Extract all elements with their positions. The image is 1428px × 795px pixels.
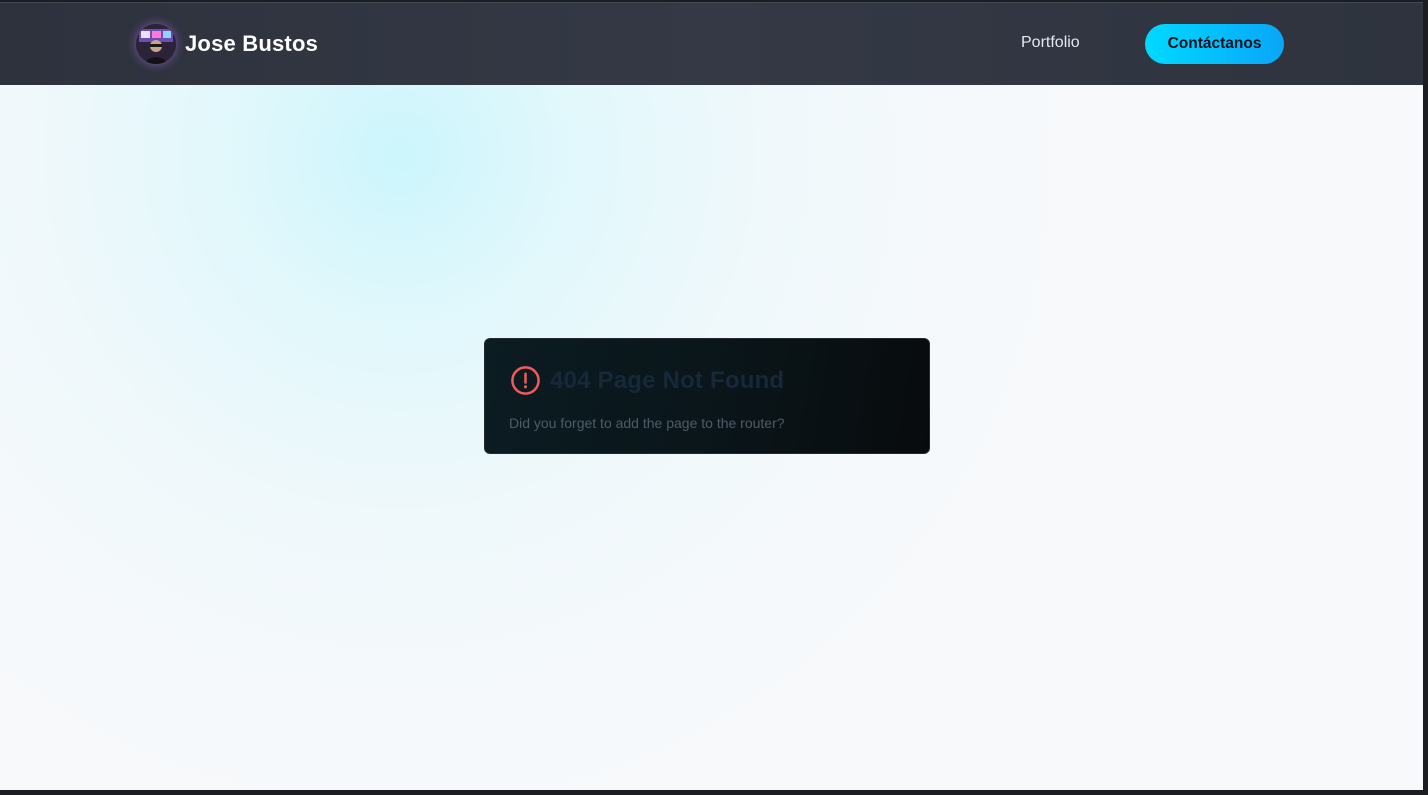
error-title-row: 404 Page Not Found (510, 365, 784, 396)
error-card: 404 Page Not Found Did you forget to add… (484, 338, 930, 454)
browser-viewport: Jose Bustos Portfolio Contáctanos 404 Pa… (0, 2, 1423, 790)
avatar-photo (136, 24, 176, 64)
avatar (136, 24, 176, 64)
error-message: Did you forget to add the page to the ro… (509, 415, 785, 431)
contact-button[interactable]: Contáctanos (1145, 24, 1284, 64)
navbar: Jose Bustos Portfolio Contáctanos (0, 2, 1423, 85)
error-title: 404 Page Not Found (550, 366, 785, 394)
brand-name: Jose Bustos (185, 31, 319, 56)
nav-link-portfolio[interactable]: Portfolio (1021, 34, 1080, 52)
brand-link[interactable]: Jose Bustos (136, 23, 318, 65)
alert-circle-icon (511, 366, 540, 395)
